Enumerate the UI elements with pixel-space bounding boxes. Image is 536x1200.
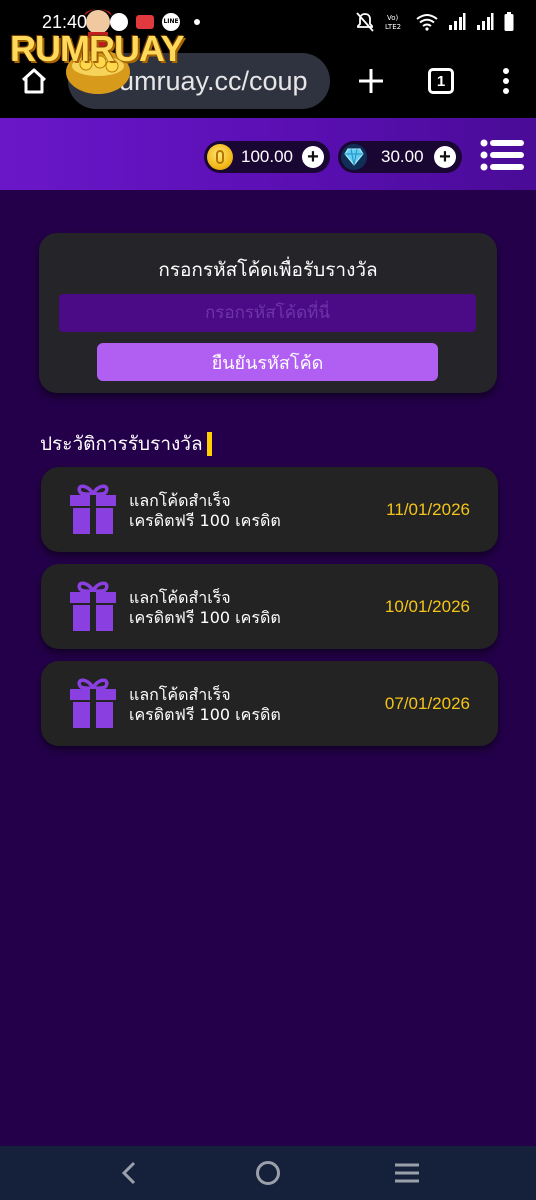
volte-icon: Vo) LTE2	[384, 12, 406, 32]
history-item: แลกโค้ดสำเร็จ เครดิตฟรี 100 เครดิต 07/01…	[41, 661, 498, 746]
gem-balance: 30.00 +	[338, 141, 462, 173]
code-input[interactable]	[59, 294, 476, 332]
new-tab-button[interactable]	[336, 44, 406, 118]
confirm-code-button[interactable]: ยืนยันรหัสโค้ด	[97, 343, 438, 381]
gem-value: 30.00	[381, 147, 424, 166]
add-gems-button[interactable]: +	[434, 146, 456, 168]
mute-icon	[356, 12, 374, 32]
svg-text:LTE2: LTE2	[385, 23, 401, 31]
signal-icon	[448, 13, 466, 31]
add-coins-button[interactable]: +	[302, 146, 324, 168]
heading-accent-bar	[206, 432, 212, 456]
item-date: 11/01/2026	[386, 500, 470, 519]
circle-home-icon	[255, 1161, 280, 1185]
gift-icon	[70, 678, 116, 728]
history-heading-text: ประวัติการรับรางวัล	[40, 433, 203, 455]
wifi-icon	[416, 13, 438, 31]
coin-icon	[207, 144, 233, 170]
logo-text: RUMRUAY	[10, 28, 185, 69]
gift-icon	[70, 581, 116, 631]
recents-button[interactable]	[377, 1146, 437, 1200]
site-logo[interactable]: RUMRUAY	[8, 2, 185, 98]
recents-icon	[394, 1163, 419, 1183]
system-nav-bar	[0, 1146, 536, 1200]
coin-balance: 100.00 +	[204, 141, 330, 173]
gift-icon	[70, 484, 116, 534]
item-subtitle: เครดิตฟรี 100 เครดิต	[129, 705, 281, 724]
svg-text:Vo): Vo)	[387, 14, 399, 22]
hamburger-menu-button[interactable]	[480, 138, 526, 172]
battery-icon	[504, 12, 514, 32]
more-vert-icon	[503, 68, 509, 94]
redeem-code-card: กรอกรหัสโค้ดเพื่อรับรางวัล ยืนยันรหัสโค้…	[39, 233, 497, 393]
history-heading: ประวัติการรับรางวัล	[40, 430, 212, 458]
back-button[interactable]	[99, 1146, 159, 1200]
back-icon	[122, 1161, 136, 1185]
menu-icon	[480, 139, 524, 171]
dot-icon	[194, 19, 201, 25]
item-date: 10/01/2026	[384, 597, 470, 616]
history-item: แลกโค้ดสำเร็จ เครดิตฟรี 100 เครดิต 11/01…	[41, 467, 498, 552]
item-date: 07/01/2026	[384, 694, 470, 713]
plus-icon	[359, 69, 383, 93]
item-subtitle: เครดิตฟรี 100 เครดิต	[129, 608, 281, 627]
history-list: แลกโค้ดสำเร็จ เครดิตฟรี 100 เครดิต 11/01…	[41, 467, 498, 758]
browser-menu-button[interactable]	[476, 44, 536, 118]
home-nav-button[interactable]	[238, 1146, 298, 1200]
coin-value: 100.00	[241, 147, 293, 166]
history-item: แลกโค้ดสำเร็จ เครดิตฟรี 100 เครดิต 10/01…	[41, 564, 498, 649]
tab-switcher-button[interactable]: 1	[406, 44, 476, 118]
redeem-title: กรอกรหัสโค้ดเพื่อรับรางวัล	[158, 259, 378, 281]
item-subtitle: เครดิตฟรี 100 เครดิต	[129, 511, 281, 530]
diamond-icon	[341, 144, 367, 170]
signal-icon	[476, 13, 494, 31]
tab-count: 1	[428, 68, 454, 94]
